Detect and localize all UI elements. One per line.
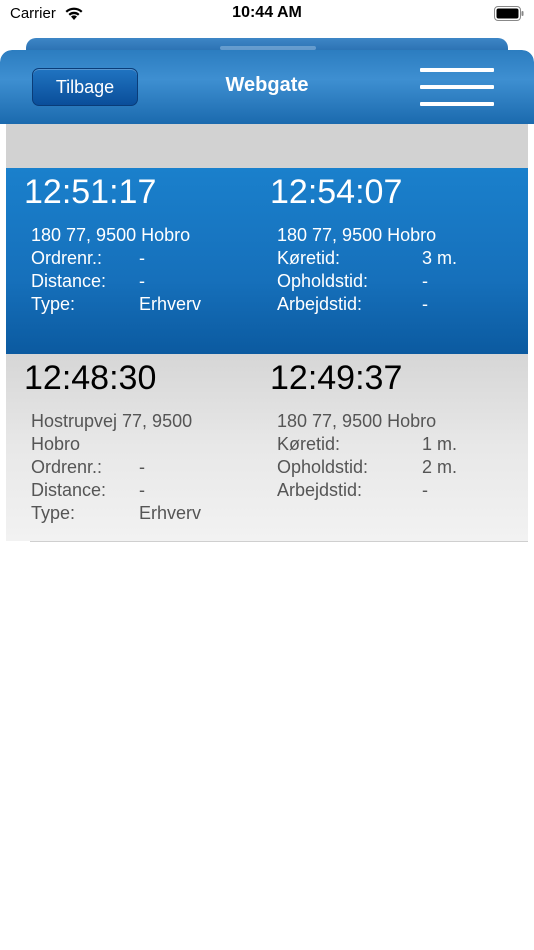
start-address: 180 77, 9500 Hobro xyxy=(31,225,191,245)
battery-icon xyxy=(494,6,524,21)
status-bar: Carrier 10:44 AM xyxy=(0,0,534,30)
table-row[interactable]: 12:48:30 Hostrupvej 77, 9500 Hobro Ordre… xyxy=(6,354,528,541)
end-address: 180 77, 9500 Hobro xyxy=(277,225,437,245)
field-label: Opholdstid: xyxy=(277,271,369,291)
field-label: Type: xyxy=(31,294,76,314)
field-label: Ordrenr.: xyxy=(31,457,103,477)
field-value: - xyxy=(422,294,428,314)
field-value: 1 m. xyxy=(422,434,458,454)
field-label: Arbejdstid: xyxy=(277,480,363,500)
end-address: 180 77, 9500 Hobro xyxy=(277,411,437,431)
field-value: 2 m. xyxy=(422,457,458,477)
field-label: Distance: xyxy=(31,271,107,291)
status-time: 10:44 AM xyxy=(232,4,302,21)
field-value: - xyxy=(139,480,145,500)
end-time: 12:49:37 xyxy=(270,359,403,397)
start-time: 12:48:30 xyxy=(24,359,157,397)
start-address: Hostrupvej 77, 9500 Hobro xyxy=(31,411,193,454)
field-value: Erhverv xyxy=(139,503,202,523)
row-divider xyxy=(30,541,528,542)
field-value: - xyxy=(139,271,145,291)
hamburger-menu-icon[interactable] xyxy=(420,68,494,106)
page-title: Webgate xyxy=(225,74,309,96)
back-button[interactable]: Tilbage xyxy=(32,68,138,106)
field-value: Erhverv xyxy=(139,294,202,314)
table-row[interactable]: 12:51:17 180 77, 9500 Hobro Ordrenr.: - … xyxy=(6,168,528,354)
field-label: Køretid: xyxy=(277,248,341,268)
field-value: - xyxy=(139,457,145,477)
field-value: - xyxy=(422,480,428,500)
list-header-spacer xyxy=(6,124,528,168)
field-value: - xyxy=(422,271,428,291)
start-time: 12:51:17 xyxy=(24,173,157,211)
field-label: Arbejdstid: xyxy=(277,294,363,314)
navigation-bar: Tilbage Webgate xyxy=(0,50,534,124)
field-value: 3 m. xyxy=(422,248,458,268)
field-label: Køretid: xyxy=(277,434,341,454)
field-label: Distance: xyxy=(31,480,107,500)
field-label: Type: xyxy=(31,503,76,523)
end-time: 12:54:07 xyxy=(270,173,403,211)
sheet-content: 12:51:17 180 77, 9500 Hobro Ordrenr.: - … xyxy=(6,50,528,950)
modal-sheet: 12:51:17 180 77, 9500 Hobro Ordrenr.: - … xyxy=(0,50,534,950)
field-value: - xyxy=(139,248,145,268)
field-label: Ordrenr.: xyxy=(31,248,103,268)
field-label: Opholdstid: xyxy=(277,457,369,477)
